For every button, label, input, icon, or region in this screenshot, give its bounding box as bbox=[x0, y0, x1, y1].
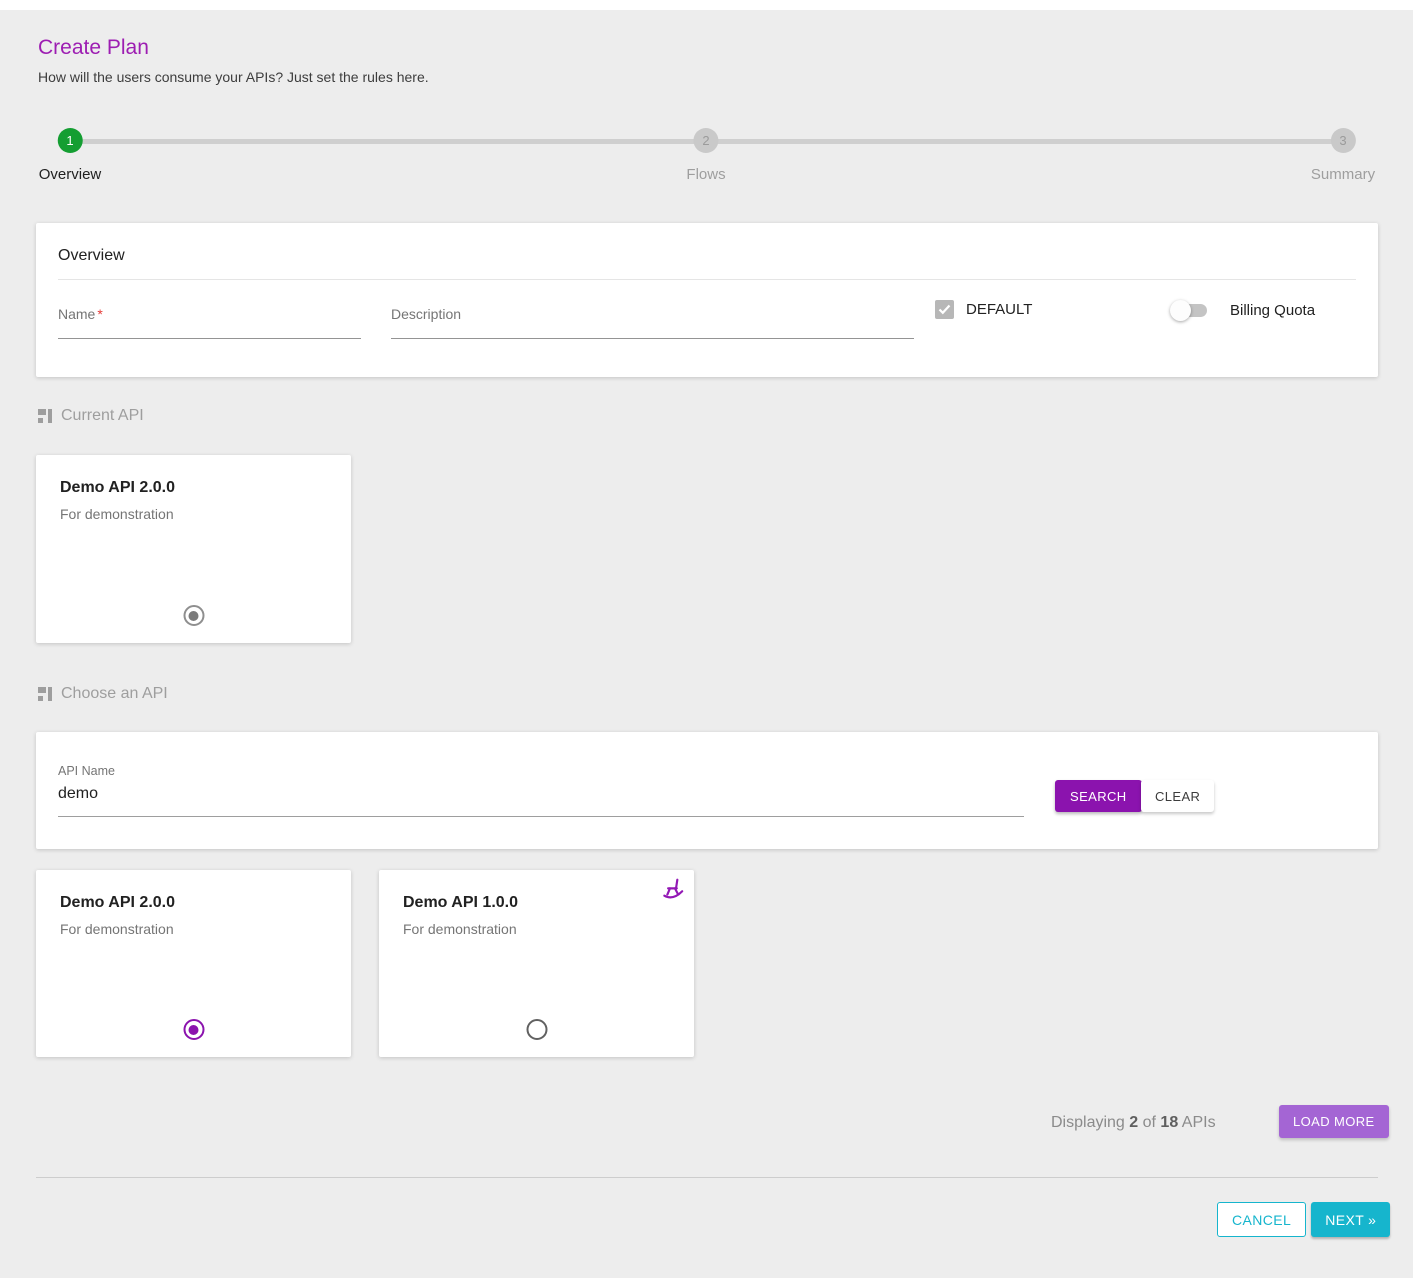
section-title: Choose an API bbox=[61, 685, 168, 703]
default-checkbox-label: DEFAULT bbox=[966, 301, 1032, 318]
api-name-field[interactable]: API Name demo bbox=[58, 764, 1024, 817]
footer-divider bbox=[36, 1177, 1378, 1178]
results-suffix: APIs bbox=[1182, 1114, 1216, 1131]
step-flows[interactable]: 2 Flows bbox=[686, 128, 725, 183]
required-marker: * bbox=[97, 306, 102, 322]
default-checkbox-group[interactable]: DEFAULT bbox=[935, 300, 1032, 319]
results-prefix: Displaying bbox=[1051, 1114, 1125, 1131]
overview-heading: Overview bbox=[58, 223, 1356, 280]
clear-button[interactable]: CLEAR bbox=[1141, 780, 1214, 812]
api-card-description: For demonstration bbox=[60, 506, 327, 522]
api-card-title: Demo API 1.0.0 bbox=[403, 894, 670, 912]
step-label: Summary bbox=[1311, 166, 1375, 183]
step-label: Flows bbox=[686, 166, 725, 183]
api-radio-unselected[interactable] bbox=[526, 1019, 547, 1040]
results-middle: of bbox=[1143, 1114, 1156, 1131]
step-summary[interactable]: 3 Summary bbox=[1311, 128, 1375, 183]
load-more-button[interactable]: LOAD MORE bbox=[1279, 1105, 1389, 1138]
top-strip bbox=[0, 0, 1413, 10]
check-icon bbox=[938, 304, 951, 315]
dashboard-icon bbox=[38, 687, 52, 701]
footer-actions: CANCEL NEXT » bbox=[1217, 1202, 1390, 1237]
api-card-description: For demonstration bbox=[60, 921, 327, 937]
step-circle: 1 bbox=[57, 128, 82, 153]
billing-quota-toggle[interactable] bbox=[1170, 300, 1208, 321]
default-checkbox[interactable] bbox=[935, 300, 954, 319]
stepper: 1 Overview 2 Flows 3 Summary bbox=[36, 128, 1378, 190]
api-search-card: API Name demo SEARCH CLEAR bbox=[36, 732, 1378, 849]
cancel-button[interactable]: CANCEL bbox=[1217, 1202, 1306, 1237]
api-card-title: Demo API 2.0.0 bbox=[60, 479, 327, 497]
description-field[interactable]: Description bbox=[391, 306, 914, 339]
results-total: 18 bbox=[1160, 1114, 1178, 1131]
step-overview[interactable]: 1 Overview bbox=[39, 128, 102, 183]
step-circle: 2 bbox=[693, 128, 718, 153]
results-shown: 2 bbox=[1129, 1114, 1138, 1131]
rocking-chair-icon bbox=[660, 877, 686, 903]
name-field-label: Name bbox=[58, 306, 95, 322]
api-card-demo-1[interactable]: Demo API 1.0.0 For demonstration bbox=[379, 870, 694, 1057]
page-title: Create Plan bbox=[38, 36, 149, 60]
results-count: Displaying 2 of 18 APIs bbox=[1051, 1114, 1216, 1132]
dashboard-icon bbox=[38, 409, 52, 423]
api-card-title: Demo API 2.0.0 bbox=[60, 894, 327, 912]
step-label: Overview bbox=[39, 166, 102, 183]
api-card-description: For demonstration bbox=[403, 921, 670, 937]
overview-form-row: Name* Description DEFAULT Billing Quota bbox=[58, 306, 1356, 339]
billing-quota-label: Billing Quota bbox=[1230, 302, 1315, 319]
billing-quota-group[interactable]: Billing Quota bbox=[1170, 300, 1315, 321]
section-title: Current API bbox=[61, 407, 144, 425]
api-card-demo-2[interactable]: Demo API 2.0.0 For demonstration bbox=[36, 870, 351, 1057]
current-api-radio bbox=[183, 605, 204, 626]
search-button[interactable]: SEARCH bbox=[1055, 780, 1142, 812]
section-header-choose-api: Choose an API bbox=[38, 685, 168, 703]
next-button[interactable]: NEXT » bbox=[1311, 1202, 1390, 1237]
section-header-current-api: Current API bbox=[38, 407, 144, 425]
description-field-label: Description bbox=[391, 306, 461, 322]
overview-card: Overview Name* Description DEFAULT Billi… bbox=[36, 223, 1378, 377]
api-name-label: API Name bbox=[58, 764, 1024, 778]
current-api-card: Demo API 2.0.0 For demonstration bbox=[36, 455, 351, 643]
api-name-value[interactable]: demo bbox=[58, 785, 1024, 803]
api-radio-selected[interactable] bbox=[183, 1019, 204, 1040]
page-subtitle: How will the users consume your APIs? Ju… bbox=[38, 69, 429, 85]
toggle-knob[interactable] bbox=[1170, 300, 1191, 321]
name-field[interactable]: Name* bbox=[58, 306, 361, 339]
step-circle: 3 bbox=[1331, 128, 1356, 153]
